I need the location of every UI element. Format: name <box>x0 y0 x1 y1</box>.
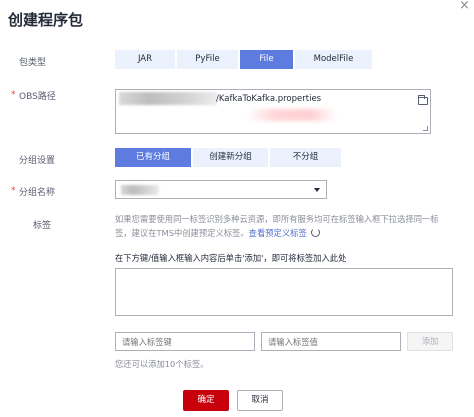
package-type-option-modelfile[interactable]: ModelFile <box>295 50 372 69</box>
group-setting-label: 分组设置 <box>19 156 56 166</box>
cancel-button[interactable]: 取消 <box>237 390 283 411</box>
folder-icon[interactable] <box>418 95 428 105</box>
group-setting-selector: 已有分组 创建新分组 不分组 <box>115 148 343 167</box>
tags-limit-note: 您还可以添加10个标签。 <box>115 359 209 369</box>
add-tag-button[interactable]: 添加 <box>407 332 453 351</box>
obs-path-redacted-prefix <box>119 92 217 105</box>
group-setting-option-existing[interactable]: 已有分组 <box>115 148 191 167</box>
tags-input-note: 在下方键/值输入框输入内容后单击'添加'，即可将标签加入此处 <box>115 253 347 263</box>
package-type-option-pyfile[interactable]: PyFile <box>177 50 238 69</box>
group-name-label: 分组名称 <box>19 188 56 198</box>
refresh-icon[interactable] <box>310 227 320 237</box>
group-setting-option-new[interactable]: 创建新分组 <box>193 148 268 167</box>
obs-path-required-mark: * <box>11 90 16 100</box>
package-type-option-jar[interactable]: JAR <box>115 50 175 69</box>
tag-value-input[interactable] <box>261 332 401 351</box>
dialog-title: 创建程序包 <box>8 11 84 29</box>
view-predefined-tags-link[interactable]: 查看预定义标签 <box>249 228 307 238</box>
group-name-required-mark: * <box>11 186 16 196</box>
package-type-label: 包类型 <box>19 58 47 68</box>
obs-path-redacted-mark <box>247 109 337 121</box>
group-name-redacted-value <box>121 185 159 195</box>
obs-path-field[interactable]: /KafkaToKafka.properties <box>115 89 431 134</box>
group-name-select[interactable] <box>115 180 327 199</box>
group-setting-option-none[interactable]: 不分组 <box>270 148 341 167</box>
package-type-option-file[interactable]: File <box>240 50 293 69</box>
package-type-selector: JAR PyFile File ModelFile <box>115 50 374 69</box>
confirm-button[interactable]: 确定 <box>183 390 229 411</box>
chevron-down-icon[interactable] <box>314 188 320 192</box>
resize-handle-icon[interactable] <box>423 126 428 131</box>
obs-path-label: OBS路径 <box>19 92 56 102</box>
close-icon[interactable]: × <box>459 0 470 12</box>
obs-path-value: /KafkaToKafka.properties <box>216 94 322 104</box>
tags-hint: 如果您需要使用同一标签识别多种云资源，即所有服务均可在标签输入框下拉选择同一标签… <box>115 213 450 240</box>
tags-list-area <box>115 268 453 316</box>
tags-label: 标签 <box>33 221 52 231</box>
tag-key-input[interactable] <box>115 332 255 351</box>
